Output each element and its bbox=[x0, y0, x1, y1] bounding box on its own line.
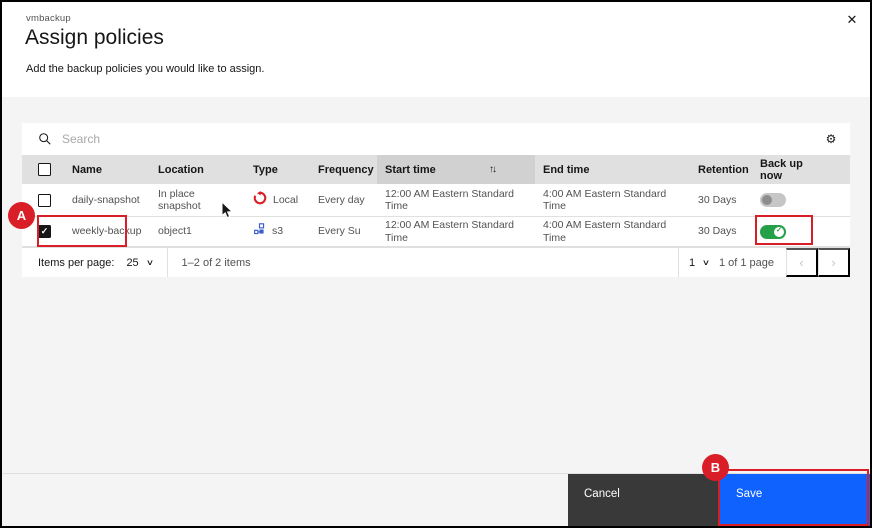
cell-type: s3 bbox=[245, 217, 310, 246]
save-button[interactable]: Save bbox=[720, 474, 870, 526]
cell-name: weekly-backup bbox=[72, 225, 142, 238]
row2-backup-now-toggle[interactable]: ✓ bbox=[760, 224, 786, 239]
column-header-name[interactable]: Name bbox=[64, 155, 150, 184]
modal-eyebrow: vmbackup bbox=[26, 13, 71, 24]
modal-footer: Cancel Save bbox=[2, 473, 870, 526]
cell-backup-now: ✓ bbox=[752, 217, 850, 246]
cell-name: daily-snapshot bbox=[72, 193, 140, 206]
object-storage-icon bbox=[253, 223, 266, 239]
items-per-page-value: 25 bbox=[126, 256, 139, 269]
row1-backup-now-toggle[interactable] bbox=[760, 193, 786, 207]
row1-checkbox[interactable] bbox=[38, 193, 51, 207]
pagination-bar: Items per page: 25 ∨ 1–2 of 2 items 1 ∨ … bbox=[22, 247, 850, 277]
modal-body: ⚙ Name Location Type Frequency Start tim… bbox=[2, 97, 870, 473]
table-header-row: Name Location Type Frequency Start time … bbox=[22, 155, 850, 184]
table-row: ✓ weekly-backup object1 s3 Every Su 12:0… bbox=[22, 217, 850, 247]
page-count-text: 1 of 1 page bbox=[718, 256, 774, 269]
caret-left-icon: ‹ bbox=[799, 255, 804, 270]
table-settings-button[interactable]: ⚙ bbox=[816, 124, 846, 154]
table-toolbar: ⚙ bbox=[22, 123, 850, 155]
cell-location: In place snapshot bbox=[158, 187, 201, 212]
cell-start-time: 12:00 AM Eastern Standard Time bbox=[385, 219, 514, 244]
type-label: s3 bbox=[272, 225, 284, 238]
modal-header: vmbackup Assign policies Add the backup … bbox=[2, 2, 870, 97]
assign-policies-modal: vmbackup Assign policies Add the backup … bbox=[0, 0, 872, 528]
gear-icon: ⚙ bbox=[825, 132, 837, 146]
previous-page-button[interactable]: ‹ bbox=[786, 248, 818, 277]
sort-arrows-icon[interactable]: ↑↓ bbox=[489, 164, 497, 175]
row2-checkbox[interactable]: ✓ bbox=[38, 225, 51, 238]
items-per-page-select[interactable]: 25 ∨ bbox=[126, 257, 166, 269]
toggle-check-icon: ✓ bbox=[774, 226, 784, 237]
column-header-start-time[interactable]: Start time ↑↓ bbox=[377, 155, 535, 184]
cancel-button[interactable]: Cancel bbox=[568, 474, 720, 526]
select-all-checkbox[interactable] bbox=[38, 163, 51, 176]
column-header-end-time[interactable]: End time bbox=[535, 155, 690, 184]
column-header-location[interactable]: Location bbox=[150, 155, 245, 184]
cell-end-time: 4:00 AM Eastern Standard Time bbox=[543, 187, 667, 212]
toggle-knob bbox=[762, 195, 772, 205]
page-title: Assign policies bbox=[25, 26, 164, 49]
cell-location: object1 bbox=[158, 225, 192, 238]
cell-retention: 30 Days bbox=[698, 193, 737, 206]
cell-type: Local bbox=[245, 184, 310, 216]
policies-table: ⚙ Name Location Type Frequency Start tim… bbox=[22, 123, 850, 277]
cell-retention: 30 Days bbox=[698, 225, 737, 238]
page-number-select[interactable]: 1 ∨ bbox=[677, 248, 719, 277]
type-label: Local bbox=[273, 193, 299, 206]
page-number-value: 1 bbox=[688, 256, 696, 269]
close-button[interactable]: ✕ bbox=[840, 8, 864, 32]
restore-icon bbox=[253, 191, 267, 208]
column-header-type[interactable]: Type bbox=[245, 155, 310, 184]
select-all-cell bbox=[22, 155, 64, 184]
items-per-page: Items per page: 25 ∨ bbox=[22, 248, 168, 277]
cell-end-time: 4:00 AM Eastern Standard Time bbox=[543, 219, 667, 244]
cell-backup-now bbox=[752, 184, 850, 216]
start-time-label: Start time bbox=[385, 163, 436, 176]
row-select-cell: ✓ bbox=[22, 217, 64, 246]
caret-right-icon: › bbox=[831, 255, 836, 270]
table-row: daily-snapshot In place snapshot Local E… bbox=[22, 184, 850, 217]
next-page-button[interactable]: › bbox=[818, 248, 850, 277]
search-input[interactable] bbox=[62, 132, 816, 146]
modal-subtitle: Add the backup policies you would like t… bbox=[26, 63, 265, 75]
cell-frequency: Every day bbox=[318, 193, 365, 206]
column-header-retention[interactable]: Retention bbox=[690, 155, 752, 184]
row-select-cell bbox=[22, 184, 64, 216]
cell-frequency: Every Su bbox=[318, 225, 361, 238]
items-per-page-label: Items per page: bbox=[38, 256, 115, 269]
chevron-down-icon: ∨ bbox=[145, 258, 154, 267]
column-header-backup-now[interactable]: Back up now bbox=[752, 155, 814, 184]
column-header-frequency[interactable]: Frequency bbox=[310, 155, 377, 184]
pagination-range-text: 1–2 of 2 items bbox=[181, 256, 251, 269]
chevron-down-icon: ∨ bbox=[701, 258, 711, 267]
cell-start-time: 12:00 AM Eastern Standard Time bbox=[385, 187, 514, 212]
search-icon bbox=[38, 132, 52, 146]
close-icon: ✕ bbox=[846, 12, 858, 27]
